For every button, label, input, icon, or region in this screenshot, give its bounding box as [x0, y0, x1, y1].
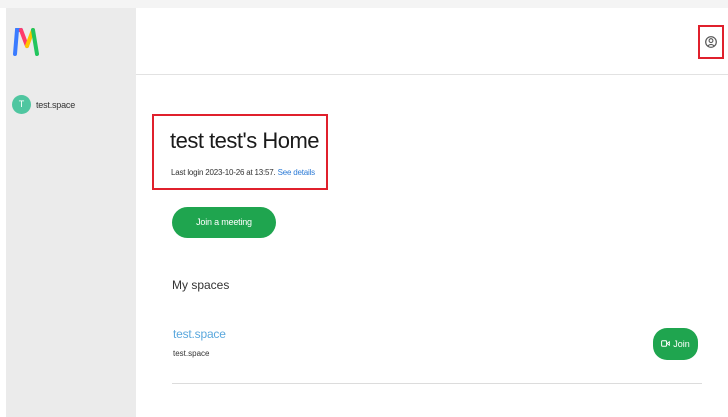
- my-spaces-heading: My spaces: [172, 278, 230, 292]
- top-header: [136, 8, 728, 75]
- last-login-text: Last login 2023-10-26 at 13:57. See deta…: [171, 168, 315, 177]
- page-title: test test's Home: [170, 128, 320, 153]
- see-details-link[interactable]: See details: [278, 168, 316, 177]
- join-meeting-button[interactable]: Join a meeting: [172, 207, 276, 238]
- m-logo-icon[interactable]: [12, 24, 42, 58]
- profile-button[interactable]: [698, 25, 724, 59]
- join-label: Join: [673, 339, 690, 349]
- user-circle-icon: [705, 36, 717, 48]
- video-camera-icon: [661, 339, 671, 349]
- sidebar-item-test-space[interactable]: T test.space: [12, 95, 75, 114]
- sidebar: T test.space: [6, 8, 136, 417]
- top-strip: [0, 0, 728, 8]
- sidebar-item-label: test.space: [36, 99, 76, 110]
- space-subtitle: test.space: [173, 349, 210, 358]
- space-list-item: test.space test.space Join: [172, 322, 702, 384]
- join-space-button[interactable]: Join: [653, 328, 698, 360]
- last-login-value: Last login 2023-10-26 at 13:57.: [171, 168, 276, 177]
- space-name-link[interactable]: test.space: [173, 327, 226, 341]
- space-avatar: T: [12, 95, 31, 114]
